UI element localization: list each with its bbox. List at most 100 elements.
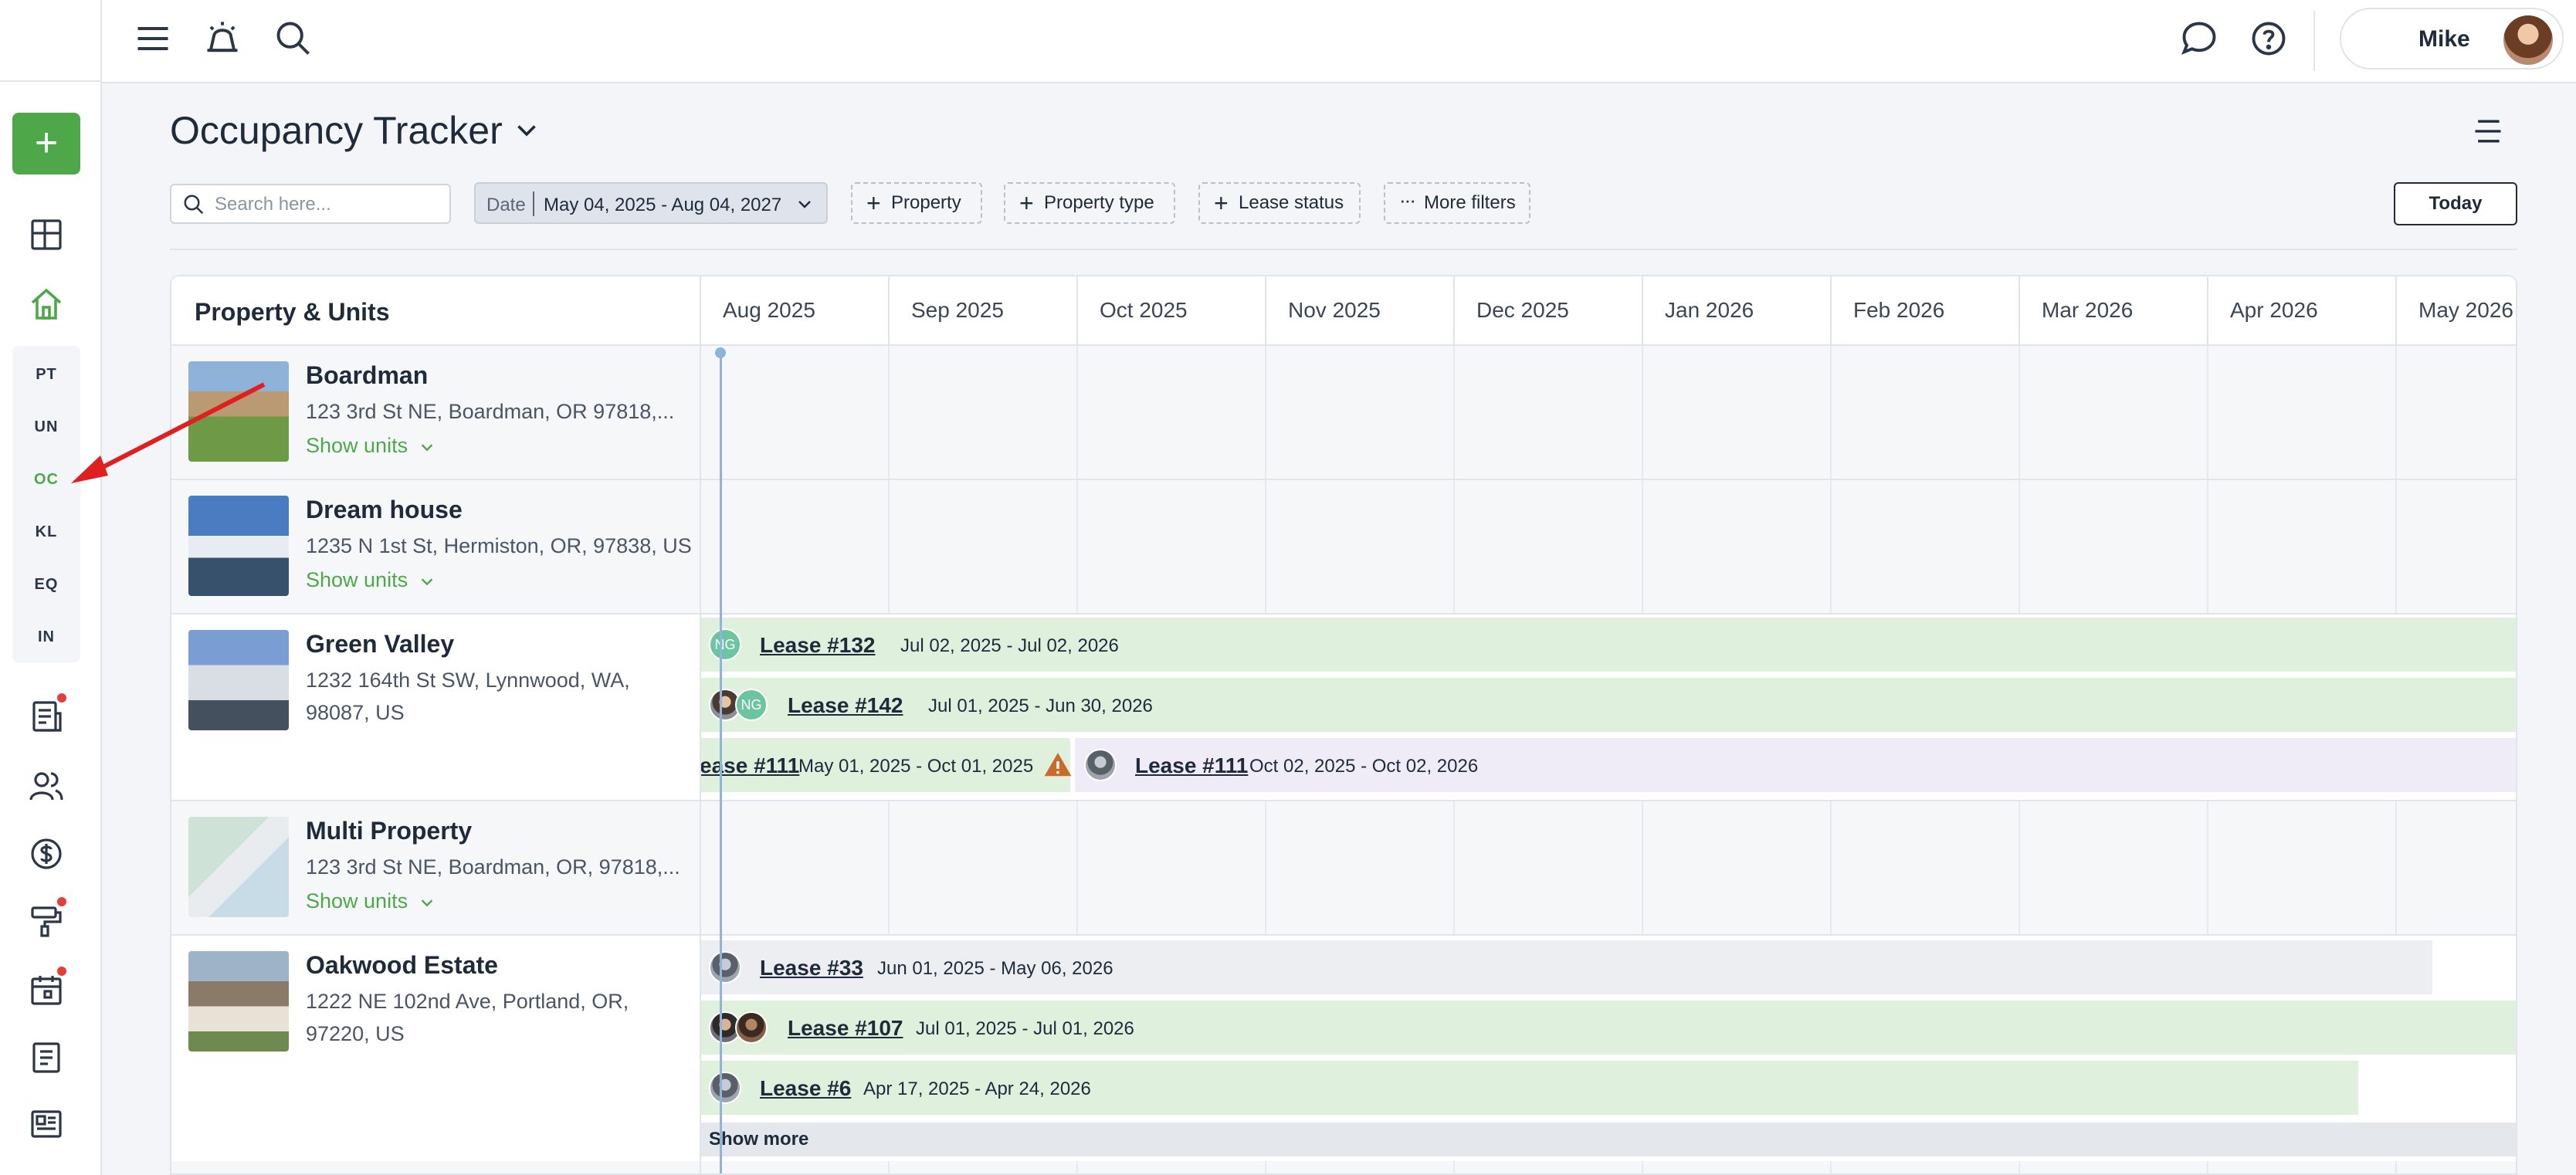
lease-bar[interactable]: ease #111 May 01, 2025 - Oct 01, 2025 <box>700 738 1072 792</box>
lease-link[interactable]: Lease #111 <box>1135 753 1248 778</box>
property-name[interactable]: Oakwood Estate <box>306 951 498 980</box>
show-units-toggle[interactable]: Show units <box>306 434 436 458</box>
show-units-label: Show units <box>306 568 408 591</box>
month-header: Mar 2026 <box>2018 276 2207 346</box>
month-header: Nov 2025 <box>1265 276 1453 346</box>
date-filter-value: May 04, 2025 - Aug 04, 2027 <box>544 195 782 215</box>
annotation-arrow-icon <box>71 382 266 483</box>
chip-label: Property type <box>1044 192 1154 213</box>
news-icon[interactable] <box>28 1106 65 1143</box>
tenant-avatar <box>735 1011 768 1044</box>
column-divider <box>700 276 701 1173</box>
lease-bar[interactable]: Lease #6 Apr 17, 2025 - Apr 24, 2026 <box>700 1061 2358 1115</box>
dollar-icon[interactable] <box>28 835 65 872</box>
lease-link[interactable]: Lease #33 <box>760 956 863 980</box>
subnav-kl[interactable]: KL <box>12 523 80 541</box>
lease-bar[interactable]: Lease #107 Jul 01, 2025 - Jul 01, 2026 <box>700 1001 2516 1055</box>
property-cell: Multi Property 123 3rd St NE, Boardman, … <box>171 801 700 934</box>
calendar-icon[interactable] <box>28 971 65 1008</box>
chevron-down-icon[interactable] <box>513 116 541 144</box>
list-view-icon[interactable] <box>2471 114 2505 148</box>
lease-bar[interactable]: NG Lease #142 Jul 01, 2025 - Jun 30, 202… <box>700 678 2516 732</box>
property-row: Multi Property 123 3rd St NE, Boardman, … <box>171 801 2516 936</box>
lease-bar[interactable]: Lease #111 Oct 02, 2025 - Oct 02, 2026 <box>1075 738 2516 792</box>
sidebar-logo-area <box>0 0 100 82</box>
property-thumbnail <box>188 817 289 917</box>
occupancy-grid: Property & Units Aug 2025 Sep 2025 Oct 2… <box>170 275 2517 1175</box>
lease-link[interactable]: Lease #6 <box>760 1076 851 1101</box>
address-line: 1232 164th St SW, Lynnwood, WA, <box>306 669 630 692</box>
lease-link[interactable]: Lease #132 <box>760 633 875 658</box>
property-name[interactable]: Green Valley <box>306 630 454 659</box>
plus-icon: + <box>1214 189 1229 217</box>
show-units-label: Show units <box>306 889 408 913</box>
lease-status-filter-chip[interactable]: + Lease status <box>1198 182 1361 224</box>
tenant-avatar <box>1084 749 1117 781</box>
user-avatar <box>2503 15 2553 65</box>
property-row: Dream house 1235 N 1st St, Hermiston, OR… <box>171 480 2516 615</box>
lease-dates: Jun 01, 2025 - May 06, 2026 <box>877 958 1113 979</box>
help-icon[interactable] <box>2249 19 2289 59</box>
property-name[interactable]: Dream house <box>306 496 463 524</box>
property-name[interactable]: Multi Property <box>306 817 472 845</box>
date-range-filter[interactable]: Date May 04, 2025 - Aug 04, 2027 <box>474 182 828 224</box>
property-thumbnail <box>188 951 289 1051</box>
lease-dates: Jul 02, 2025 - Jul 02, 2026 <box>900 635 1119 656</box>
property-cell: Green Valley 1232 164th St SW, Lynnwood,… <box>171 615 700 800</box>
lease-bar[interactable]: Lease #33 Jun 01, 2025 - May 06, 2026 <box>700 940 2432 994</box>
search-input[interactable] <box>215 191 439 218</box>
property-row: Boardman 123 3rd St NE, Boardman, OR 978… <box>171 346 2516 480</box>
month-header: Apr 2026 <box>2207 276 2395 346</box>
search-icon[interactable] <box>273 19 314 59</box>
property-address: 1232 164th St SW, Lynnwood, WA, 98087, US <box>306 664 692 729</box>
month-header: Oct 2025 <box>1076 276 1265 346</box>
chat-icon[interactable] <box>2179 19 2219 59</box>
lease-link[interactable]: Lease #142 <box>788 693 903 718</box>
maintenance-icon[interactable] <box>28 902 65 939</box>
dashboard-icon[interactable] <box>28 216 65 253</box>
lease-link[interactable]: Lease #107 <box>788 1016 903 1041</box>
show-units-toggle[interactable]: Show units <box>306 889 436 913</box>
topbar-divider <box>2313 11 2315 71</box>
month-header: Aug 2025 <box>700 276 888 346</box>
tenant-avatar <box>709 1072 741 1104</box>
lease-link[interactable]: ease #111 <box>700 753 799 778</box>
property-cell: Dream house 1235 N 1st St, Hermiston, OR… <box>171 480 700 613</box>
property-thumbnail <box>188 496 289 596</box>
reports-icon[interactable] <box>28 698 65 735</box>
property-address: 123 3rd St NE, Boardman, OR 97818,... <box>306 400 675 423</box>
plus-icon: + <box>1019 189 1034 217</box>
search-box <box>170 184 451 224</box>
hamburger-menu-icon[interactable] <box>133 19 173 59</box>
show-units-toggle[interactable]: Show units <box>306 568 436 592</box>
document-icon[interactable] <box>28 1039 65 1076</box>
lease-bar[interactable]: NG Lease #132 Jul 02, 2025 - Jul 02, 202… <box>700 618 2516 672</box>
add-button[interactable]: + <box>12 113 80 174</box>
subnav-in[interactable]: IN <box>12 628 80 646</box>
property-address: 123 3rd St NE, Boardman, OR, 97818,... <box>306 855 680 879</box>
people-icon[interactable] <box>28 767 65 804</box>
grid-header: Property & Units Aug 2025 Sep 2025 Oct 2… <box>171 276 2516 346</box>
more-filters-chip[interactable]: ··· More filters <box>1384 182 1530 224</box>
show-more-button[interactable]: Show more <box>700 1123 2516 1156</box>
address-line: 1222 NE 102nd Ave, Portland, OR, <box>306 990 629 1013</box>
month-header: Feb 2026 <box>1830 276 2018 346</box>
top-bar: Mike <box>102 0 2576 83</box>
alarm-icon[interactable] <box>202 19 242 59</box>
chip-label: Property <box>891 192 961 213</box>
today-button[interactable]: Today <box>2394 182 2517 225</box>
tenant-avatar: NG <box>709 628 741 661</box>
subnav-eq[interactable]: EQ <box>12 576 80 594</box>
chevron-down-icon <box>421 578 433 586</box>
home-icon[interactable] <box>28 286 65 323</box>
calendar-notification-dot <box>57 967 66 976</box>
user-menu[interactable]: Mike <box>2340 8 2564 69</box>
property-name[interactable]: Boardman <box>306 361 428 390</box>
lease-dates: Jul 01, 2025 - Jun 30, 2026 <box>928 696 1153 716</box>
month-header: Jan 2026 <box>1642 276 1830 346</box>
month-header: May 2026 <box>2395 276 2516 346</box>
address-line: 98087, US <box>306 701 405 724</box>
property-address: 1235 N 1st St, Hermiston, OR, 97838, US <box>306 534 692 557</box>
property-filter-chip[interactable]: + Property <box>851 182 982 224</box>
property-type-filter-chip[interactable]: + Property type <box>1004 182 1175 224</box>
